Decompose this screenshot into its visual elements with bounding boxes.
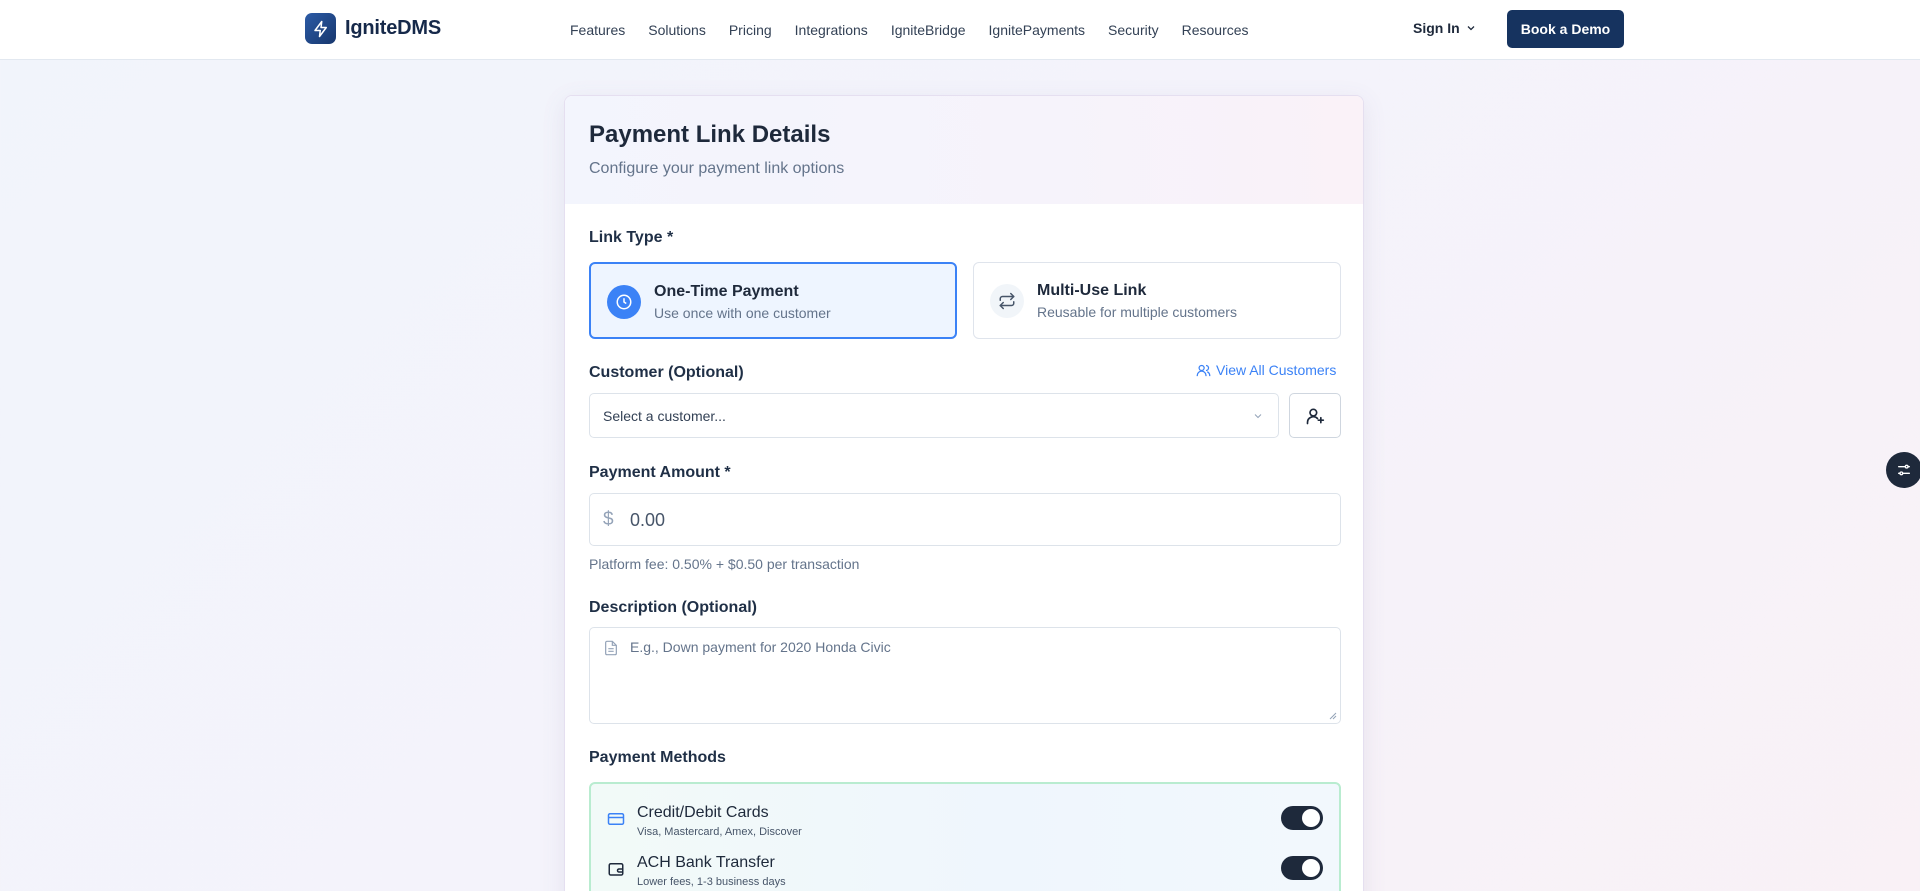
main-nav: Features Solutions Pricing Integrations … <box>570 0 1272 60</box>
payment-methods-panel: Credit/Debit Cards Visa, Mastercard, Ame… <box>589 782 1341 891</box>
sign-in-menu[interactable]: Sign In <box>1413 20 1477 36</box>
credit-card-icon <box>607 813 625 825</box>
description-placeholder: E.g., Down payment for 2020 Honda Civic <box>630 639 891 655</box>
floating-settings-button[interactable] <box>1886 452 1920 488</box>
document-icon <box>605 640 617 656</box>
method-subtitle: Lower fees, 1-3 business days <box>637 876 786 888</box>
payment-methods-label: Payment Methods <box>589 749 726 766</box>
method-title: ACH Bank Transfer <box>637 854 775 871</box>
nav-item-resources[interactable]: Resources <box>1182 22 1249 38</box>
view-all-customers-link[interactable]: View All Customers <box>1196 362 1336 378</box>
link-type-label: Link Type * <box>589 229 674 246</box>
repeat-icon <box>990 284 1024 318</box>
nav-item-security[interactable]: Security <box>1108 22 1159 38</box>
payment-link-card: Payment Link Details Configure your paym… <box>564 95 1364 891</box>
brand-logo[interactable]: IgniteDMS <box>305 13 441 44</box>
nav-item-pricing[interactable]: Pricing <box>729 22 772 38</box>
wallet-icon <box>608 863 624 876</box>
toggle-knob <box>1302 859 1320 877</box>
add-customer-button[interactable] <box>1289 393 1341 438</box>
method-subtitle: Visa, Mastercard, Amex, Discover <box>637 826 802 838</box>
customer-select[interactable]: Select a customer... <box>589 393 1279 438</box>
description-label: Description (Optional) <box>589 599 757 616</box>
add-user-icon <box>1306 408 1325 424</box>
payment-amount-input[interactable]: $ 0.00 <box>589 493 1341 546</box>
top-nav-bar: IgniteDMS Features Solutions Pricing Int… <box>0 0 1920 60</box>
link-type-one-time-option[interactable]: One-Time Payment Use once with one custo… <box>589 262 957 339</box>
card-subtitle: Configure your payment link options <box>589 160 845 177</box>
customer-select-value: Select a customer... <box>603 408 726 424</box>
lightning-icon <box>305 13 336 44</box>
payment-amount-label: Payment Amount * <box>589 464 731 481</box>
nav-item-ignitepayments[interactable]: IgnitePayments <box>989 22 1086 38</box>
method-credit-card: Credit/Debit Cards Visa, Mastercard, Ame… <box>591 802 1339 846</box>
dollar-icon: $ <box>603 509 614 530</box>
users-icon <box>1196 364 1211 376</box>
book-demo-button[interactable]: Book a Demo <box>1507 10 1624 48</box>
option-description: Use once with one customer <box>654 305 831 321</box>
option-description: Reusable for multiple customers <box>1037 304 1237 320</box>
nav-item-ignitebridge[interactable]: IgniteBridge <box>891 22 966 38</box>
platform-fee-note: Platform fee: 0.50% + $0.50 per transact… <box>589 556 860 572</box>
resize-handle-icon[interactable] <box>1329 712 1337 720</box>
card-title: Payment Link Details <box>589 121 831 148</box>
sign-in-label: Sign In <box>1413 20 1460 36</box>
brand-name: IgniteDMS <box>345 17 441 39</box>
nav-item-integrations[interactable]: Integrations <box>795 22 868 38</box>
method-title: Credit/Debit Cards <box>637 804 769 821</box>
nav-item-features[interactable]: Features <box>570 22 625 38</box>
option-title: One-Time Payment <box>654 283 799 300</box>
option-title: Multi-Use Link <box>1037 282 1147 299</box>
credit-card-toggle[interactable] <box>1281 806 1323 830</box>
link-type-multi-use-option[interactable]: Multi-Use Link Reusable for multiple cus… <box>973 262 1341 339</box>
chevron-down-icon <box>1467 26 1475 31</box>
card-header: Payment Link Details Configure your paym… <box>565 96 1363 204</box>
clock-icon <box>607 285 641 319</box>
payment-amount-placeholder: 0.00 <box>630 510 666 530</box>
description-textarea[interactable]: E.g., Down payment for 2020 Honda Civic <box>589 627 1341 724</box>
ach-toggle[interactable] <box>1281 856 1323 880</box>
method-ach: ACH Bank Transfer Lower fees, 1-3 busine… <box>591 852 1339 891</box>
nav-item-solutions[interactable]: Solutions <box>648 22 706 38</box>
customer-label: Customer (Optional) <box>589 364 744 381</box>
chevron-down-icon <box>1254 414 1262 419</box>
sliders-icon <box>1898 464 1910 476</box>
view-all-customers-label: View All Customers <box>1216 362 1337 378</box>
toggle-knob <box>1302 809 1320 827</box>
